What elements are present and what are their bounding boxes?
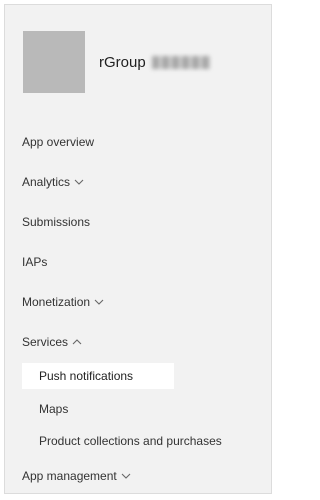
nav-item-services[interactable]: Services [22, 335, 82, 349]
chevron-down-icon [94, 298, 104, 306]
nav-item-label: App management [22, 469, 117, 483]
nav-subitem-label: Product collections and purchases [39, 434, 222, 448]
app-name-label: rGroup [99, 53, 146, 71]
nav-subitem-label: Push notifications [39, 369, 134, 383]
app-header: rGroup [23, 31, 210, 93]
nav-subitem-maps[interactable]: Maps [39, 402, 68, 416]
chevron-up-icon [72, 338, 82, 346]
chevron-down-icon [121, 472, 131, 480]
nav-item-iaps[interactable]: IAPs [22, 255, 47, 269]
nav-item-monetization[interactable]: Monetization [22, 295, 104, 309]
chevron-down-icon [74, 178, 84, 186]
nav-item-label: Submissions [22, 215, 91, 229]
app-name: rGroup [99, 54, 210, 71]
nav-item-label: Monetization [22, 295, 91, 309]
app-nav-panel: rGroup App overview Analytics Submission… [4, 4, 272, 494]
app-icon [23, 31, 85, 93]
nav-item-label: Analytics [22, 175, 71, 189]
nav-item-submissions[interactable]: Submissions [22, 215, 90, 229]
nav-item-analytics[interactable]: Analytics [22, 175, 84, 189]
nav-subitem-product-collections[interactable]: Product collections and purchases [39, 434, 222, 448]
nav-item-label: App overview [22, 135, 95, 149]
nav-item-app-overview[interactable]: App overview [22, 135, 94, 149]
nav-subitem-push-notifications[interactable]: Push notifications [22, 363, 174, 389]
nav-item-app-management[interactable]: App management [22, 469, 131, 483]
nav-item-label: Services [22, 335, 69, 349]
nav-item-label: IAPs [22, 255, 48, 269]
nav-subitem-label: Maps [39, 402, 69, 416]
redacted-text [151, 55, 210, 69]
